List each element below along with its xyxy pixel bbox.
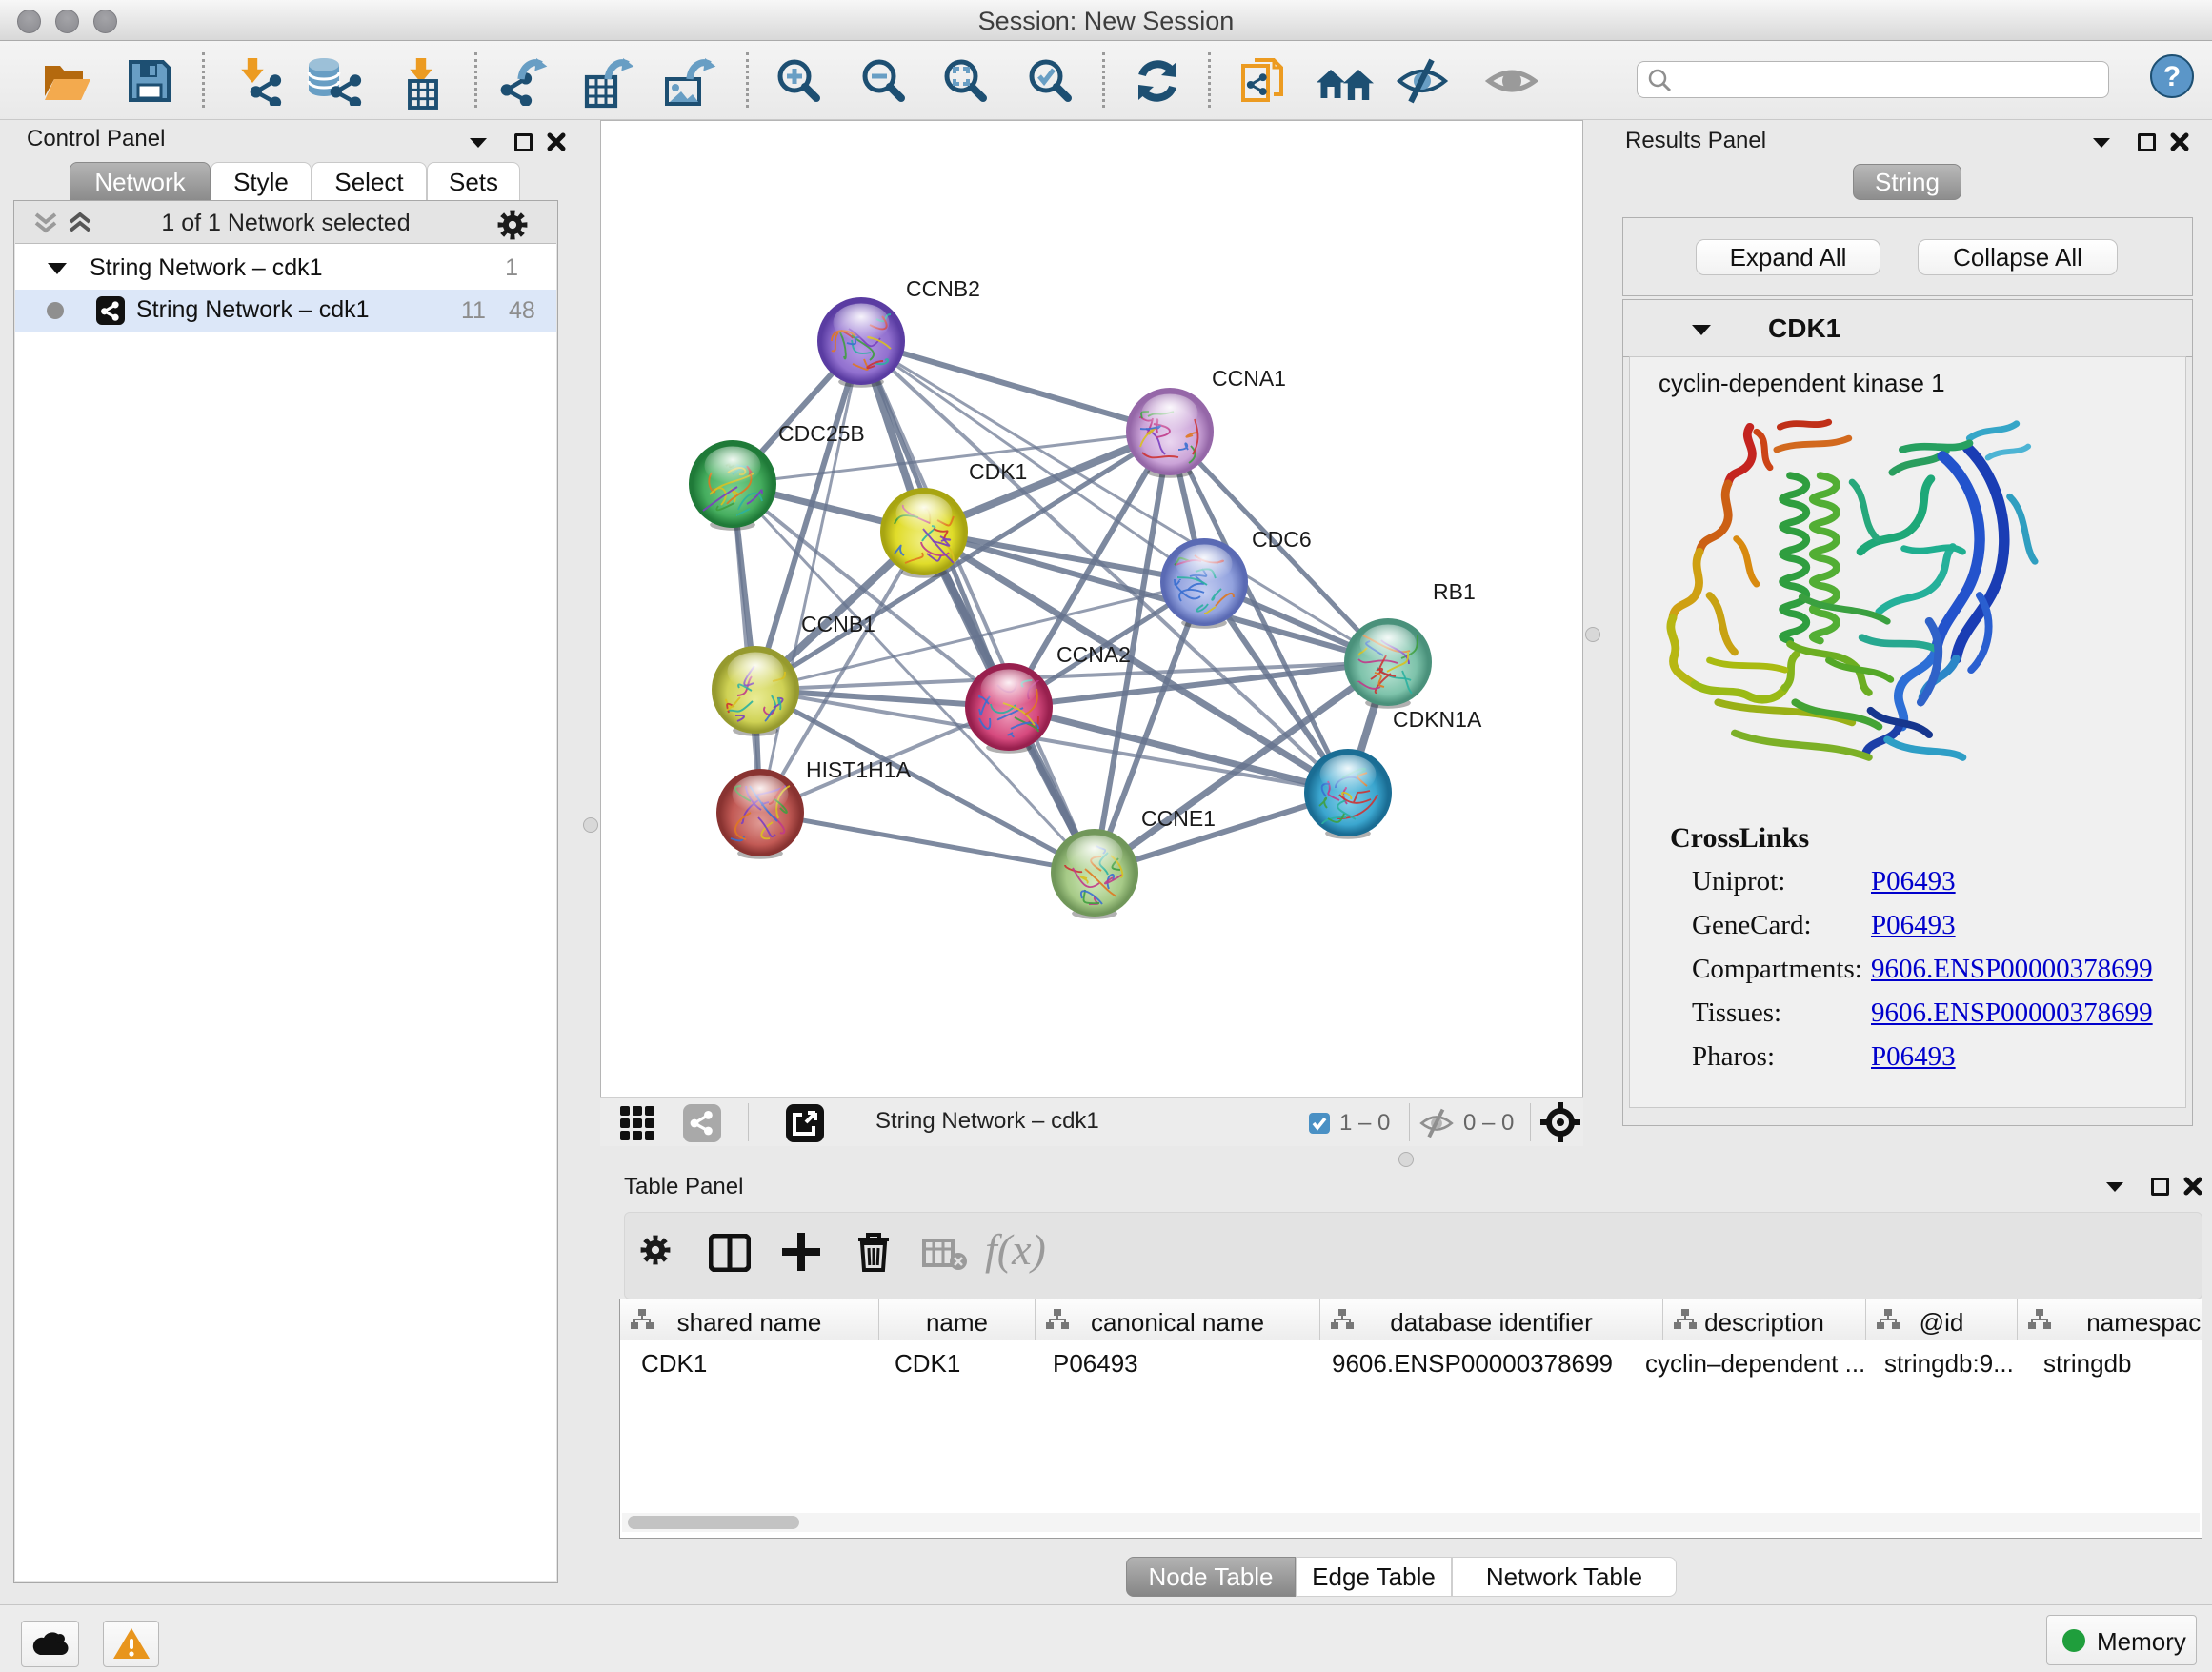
svg-text:RB1: RB1: [1433, 579, 1476, 604]
svg-text:CDK1: CDK1: [969, 459, 1027, 484]
svg-text:CCNB1: CCNB1: [801, 612, 875, 636]
svg-text:CDKN1A: CDKN1A: [1393, 707, 1482, 732]
svg-text:?: ?: [2163, 61, 2181, 92]
svg-text:CCNA1: CCNA1: [1212, 366, 1286, 391]
svg-text:CCNB2: CCNB2: [906, 276, 980, 301]
svg-text:CDC6: CDC6: [1252, 527, 1312, 552]
svg-text:CDC25B: CDC25B: [778, 421, 865, 446]
svg-text:CCNE1: CCNE1: [1141, 806, 1216, 831]
svg-text:HIST1H1A: HIST1H1A: [806, 757, 912, 782]
svg-text:CCNA2: CCNA2: [1056, 642, 1131, 667]
